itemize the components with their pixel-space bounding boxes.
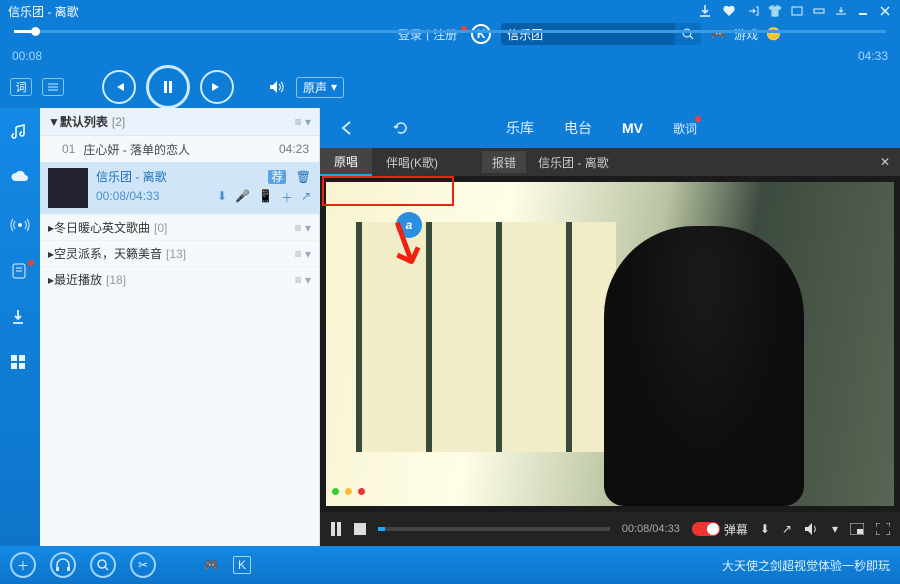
bb-add-icon[interactable]: ＋	[10, 552, 36, 578]
share-icon[interactable]	[746, 4, 760, 18]
playlist-group[interactable]: ▸ 冬日暖心英文歌曲[0]≡ ▾	[40, 214, 319, 240]
mini-icon[interactable]	[790, 4, 804, 18]
games-label[interactable]: 游戏	[734, 26, 758, 43]
album-thumb	[48, 168, 88, 208]
tab-mv[interactable]: MV	[622, 120, 643, 136]
left-rail	[0, 108, 40, 546]
promo-text[interactable]: 大天使之剑超视觉体验一秒即玩	[722, 557, 890, 574]
row-mic-icon[interactable]: 🎤	[235, 189, 250, 206]
register-link[interactable]: 注册	[433, 26, 457, 43]
group-menu-icon[interactable]: ≡ ▾	[295, 221, 311, 235]
video-volume-icon[interactable]	[804, 522, 820, 536]
download-icon[interactable]	[698, 4, 712, 18]
minimize-icon[interactable]	[856, 4, 870, 18]
video-pause-icon[interactable]	[330, 522, 342, 536]
bb-k-icon[interactable]: K	[233, 556, 251, 574]
playlist-panel: ▼ 默认列表 [2] ≡ ▾ 01 庄心妍 - 落单的恋人 04:23 信乐团 …	[40, 108, 320, 546]
video-controls: 00:08/04:33 弹幕 ⬇ ↗ ▾	[320, 512, 900, 546]
video-seek-bar[interactable]	[378, 527, 610, 531]
prev-button[interactable]	[102, 70, 136, 104]
content-area: 乐库 电台 MV 歌词 原唱 伴唱(K歌) 报错 信乐团 - 离歌 ✕ ↘ a	[320, 108, 900, 546]
danmu-toggle[interactable]: 弹幕	[692, 521, 748, 538]
bb-search-icon[interactable]	[90, 552, 116, 578]
skin-icon[interactable]: 👕	[768, 4, 782, 18]
window-title: 信乐团 - 离歌	[8, 3, 79, 20]
next-button[interactable]	[200, 70, 234, 104]
video-fullscreen-icon[interactable]	[876, 523, 890, 535]
playlist-button[interactable]	[42, 78, 64, 96]
rail-download-icon[interactable]	[10, 308, 30, 328]
video-tabs: 原唱 伴唱(K歌) 报错 信乐团 - 离歌 ✕	[320, 148, 900, 176]
search-button[interactable]	[675, 23, 701, 45]
row-phone-icon[interactable]: 📱	[258, 189, 273, 206]
video-pip-icon[interactable]	[850, 523, 864, 535]
time-current: 00:08	[12, 49, 56, 63]
lyric-button[interactable]: 词	[10, 78, 32, 96]
login-link[interactable]: 登录	[398, 26, 422, 43]
rail-music-icon[interactable]	[10, 124, 30, 144]
row-download-icon[interactable]: ⬇	[217, 189, 227, 206]
seek-bar[interactable]	[14, 30, 886, 33]
time-total: 04:33	[858, 49, 888, 63]
group-menu-icon[interactable]: ≡ ▾	[295, 247, 311, 261]
rail-history-icon[interactable]	[10, 262, 30, 282]
heart-icon[interactable]	[722, 4, 736, 18]
video-share-icon[interactable]: ↗	[782, 522, 792, 536]
playlist-menu-icon[interactable]: ≡ ▾	[295, 115, 311, 129]
rail-radio-icon[interactable]	[10, 216, 30, 236]
rail-cloud-icon[interactable]	[10, 170, 30, 190]
now-playing-row[interactable]: 信乐团 - 离歌 荐 🗑 00:08/04:33 ⬇ 🎤 📱 ＋ ↗	[40, 162, 319, 214]
bb-headphone-icon[interactable]	[50, 552, 76, 578]
video-player[interactable]: a	[326, 182, 894, 506]
rail-apps-icon[interactable]	[10, 354, 30, 374]
playlist-header[interactable]: ▼ 默认列表 [2] ≡ ▾	[40, 108, 319, 136]
playlist-group[interactable]: ▸ 空灵派系，天籁美音[13]≡ ▾	[40, 240, 319, 266]
audio-source-dropdown[interactable]: 原声▾	[296, 77, 344, 98]
group-menu-icon[interactable]: ≡ ▾	[295, 273, 311, 287]
playlist-row[interactable]: 01 庄心妍 - 落单的恋人 04:23	[40, 136, 319, 162]
nav-refresh-icon[interactable]	[392, 119, 416, 137]
volume-icon[interactable]	[268, 79, 286, 95]
report-button[interactable]: 报错	[482, 151, 526, 173]
nav-tabs: 乐库 电台 MV 歌词	[320, 108, 900, 148]
video-tab-original[interactable]: 原唱	[320, 148, 372, 176]
tray-icon[interactable]	[834, 4, 848, 18]
search-box[interactable]	[501, 23, 701, 45]
video-time: 00:08/04:33	[622, 523, 680, 535]
channel-logo: a	[396, 212, 422, 238]
tab-lyrics[interactable]: 歌词	[673, 120, 697, 137]
video-stop-icon[interactable]	[354, 523, 366, 535]
row-delete-icon[interactable]: 🗑	[296, 170, 311, 184]
bb-game-icon[interactable]: 🎮	[204, 558, 219, 572]
bottom-bar: ＋ ✂ 🎮 K 大天使之剑超视觉体验一秒即玩	[0, 546, 900, 584]
row-share-icon[interactable]: ↗	[301, 189, 311, 206]
tab-library[interactable]: 乐库	[506, 118, 534, 138]
video-download-icon[interactable]: ⬇	[760, 522, 770, 536]
playlist-group[interactable]: ▸ 最近播放[18]≡ ▾	[40, 266, 319, 292]
video-close-icon[interactable]: ✕	[870, 155, 900, 169]
close-icon[interactable]	[878, 4, 892, 18]
nav-back-icon[interactable]	[338, 119, 362, 137]
tab-radio[interactable]: 电台	[564, 118, 592, 138]
video-title: 信乐团 - 离歌	[538, 154, 609, 171]
row-add-icon[interactable]: ＋	[281, 189, 293, 206]
compact-icon[interactable]	[812, 4, 826, 18]
video-tab-karaoke[interactable]: 伴唱(K歌)	[372, 148, 452, 176]
play-pause-button[interactable]	[146, 65, 190, 109]
bb-cut-icon[interactable]: ✂	[130, 552, 156, 578]
k-logo-icon[interactable]: K	[471, 24, 491, 44]
